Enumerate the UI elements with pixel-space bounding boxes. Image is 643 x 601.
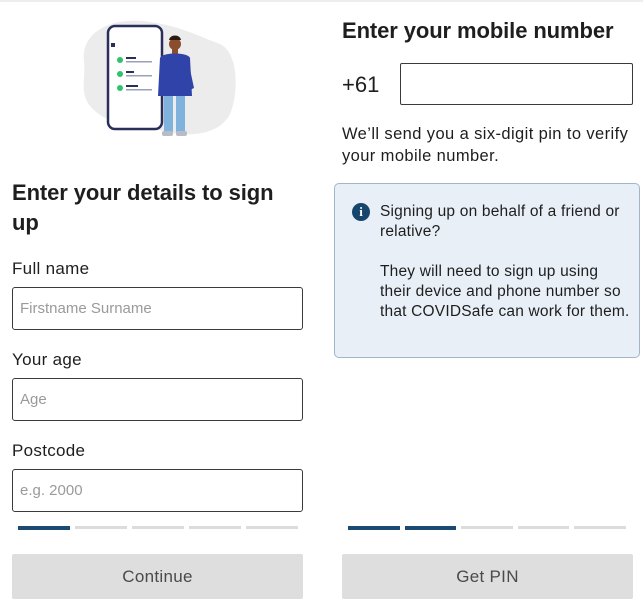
phone-person-illustration (83, 20, 236, 136)
full-name-input[interactable] (12, 287, 303, 330)
continue-button[interactable]: Continue (12, 554, 303, 599)
age-label: Your age (12, 350, 82, 369)
progress-step-5 (574, 526, 626, 529)
step-progress-indicator (18, 526, 298, 530)
progress-step-1 (348, 526, 400, 530)
phone-number-input[interactable] (400, 63, 633, 105)
phone-outline (106, 24, 164, 131)
mobile-number-screen: Enter your mobile number +61 We’ll send … (330, 0, 643, 601)
step-progress-indicator (348, 526, 626, 530)
postcode-input[interactable] (12, 469, 303, 512)
postcode-label: Postcode (12, 441, 86, 460)
progress-step-4 (517, 526, 570, 529)
progress-step-3 (461, 526, 513, 529)
check-dot-3 (117, 85, 123, 91)
info-body: They will need to sign up using their de… (380, 263, 630, 320)
progress-step-2 (75, 526, 127, 529)
progress-step-1 (18, 526, 70, 530)
pin-description: We’ll send you a six-digit pin to verify… (342, 125, 629, 165)
info-callout: i Signing up on behalf of a friend or re… (334, 183, 640, 358)
get-pin-button[interactable]: Get PIN (342, 554, 633, 599)
age-input[interactable] (12, 378, 303, 421)
progress-step-2 (404, 526, 457, 530)
info-icon: i (352, 203, 370, 221)
progress-step-5 (246, 526, 298, 529)
progress-step-3 (132, 526, 184, 529)
info-title: Signing up on behalf of a friend or rela… (380, 203, 620, 240)
page-title: Enter your mobile number (342, 18, 614, 43)
page-title: Enter your details to sign up (12, 180, 274, 235)
progress-step-4 (189, 526, 241, 529)
country-code: +61 (342, 72, 380, 97)
signup-details-screen: Enter your details to sign up Full name … (0, 0, 318, 601)
full-name-label: Full name (12, 259, 90, 278)
check-dot-1 (117, 57, 123, 63)
check-dot-2 (117, 71, 123, 77)
